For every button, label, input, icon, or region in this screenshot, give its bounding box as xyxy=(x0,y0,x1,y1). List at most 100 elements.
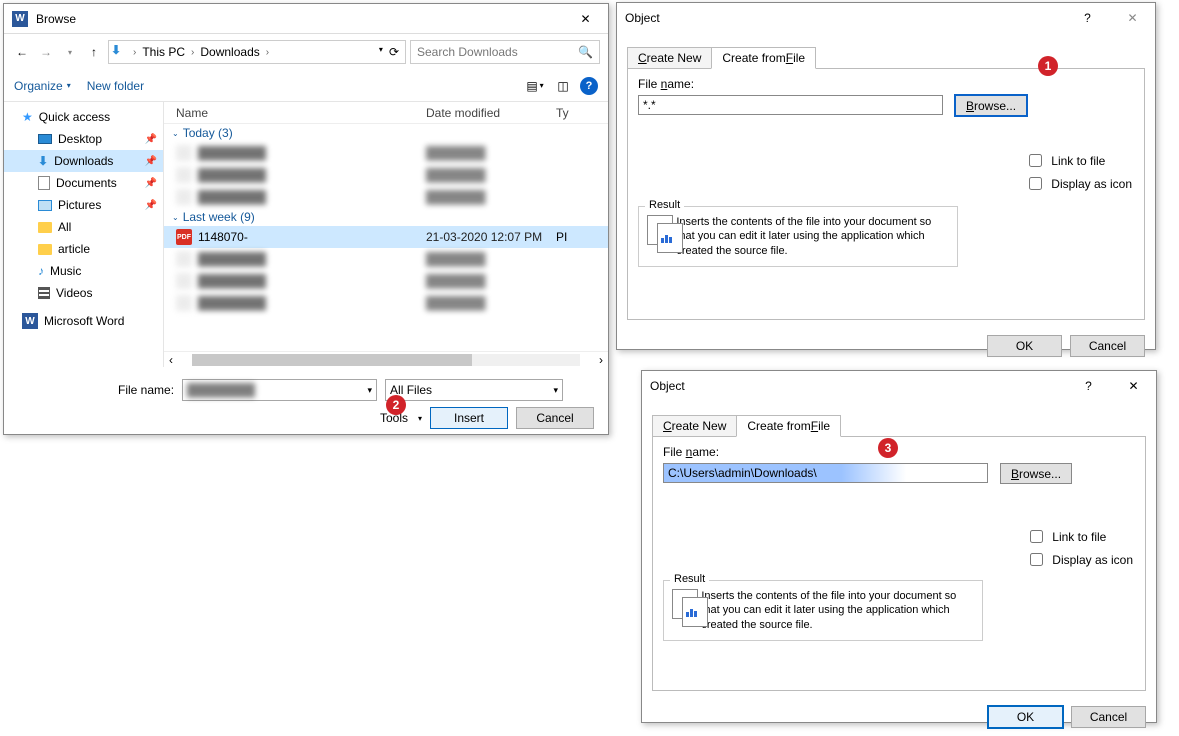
browse-button[interactable]: Browse... xyxy=(1000,463,1072,484)
result-box: Result Inserts the contents of the file … xyxy=(638,206,958,267)
help-button[interactable]: ? xyxy=(1066,371,1111,401)
crumb-downloads[interactable]: Downloads xyxy=(196,45,263,59)
step-badge-1: 1 xyxy=(1038,56,1058,76)
object2-titlebar: Object ? ✕ xyxy=(642,371,1156,401)
refresh-icon[interactable]: ⟳ xyxy=(389,45,399,59)
object1-titlebar: Object ? ✕ xyxy=(617,3,1155,33)
pin-icon: 📌 xyxy=(145,134,157,145)
dropdown-icon: ▾ xyxy=(368,385,373,396)
nav-history-dropdown[interactable]: ▾ xyxy=(60,42,80,62)
browse-title: Browse xyxy=(36,12,563,26)
nav-quick-access[interactable]: ★Quick access xyxy=(4,106,163,128)
object1-title: Object xyxy=(617,11,1065,25)
cancel-button[interactable]: Cancel xyxy=(516,407,594,429)
nav-downloads[interactable]: ⬇Downloads📌 xyxy=(4,150,163,172)
col-type[interactable]: Ty xyxy=(556,106,608,120)
chevron-down-icon: ⌄ xyxy=(172,213,179,222)
nav-pictures[interactable]: Pictures📌 xyxy=(4,194,163,216)
tab-create-from-file[interactable]: Create from File xyxy=(736,415,841,437)
col-date[interactable]: Date modified xyxy=(426,106,556,120)
pin-icon: 📌 xyxy=(145,178,157,189)
nav-videos[interactable]: Videos xyxy=(4,282,163,304)
link-to-file-checkbox[interactable]: Link to file xyxy=(1025,151,1132,170)
nav-back-button[interactable]: ← xyxy=(12,42,32,62)
browse-toolbar: Organize ▾ New folder ▤▾ ◫ ? xyxy=(4,70,608,102)
cancel-button[interactable]: Cancel xyxy=(1070,335,1145,357)
display-as-icon-checkbox[interactable]: Display as icon xyxy=(1026,550,1133,569)
address-bar[interactable]: ⬇ › This PC › Downloads › ▾ ⟳ xyxy=(108,40,406,64)
crumb-this-pc[interactable]: This PC xyxy=(138,45,189,59)
tab-create-from-file[interactable]: Create from File xyxy=(711,47,816,69)
tools-dropdown[interactable]: ▾ xyxy=(418,414,422,423)
group-last-week[interactable]: ⌄Last week (9) xyxy=(164,208,608,226)
filename-input[interactable] xyxy=(663,463,988,483)
videos-icon xyxy=(38,287,50,299)
scrollbar-thumb[interactable] xyxy=(192,354,472,366)
address-dropdown-icon[interactable]: ▾ xyxy=(379,45,383,59)
file-item-selected[interactable]: PDF1148070- 21-03-2020 12:07 PM PI xyxy=(164,226,608,248)
ok-button[interactable]: OK xyxy=(987,335,1062,357)
nav-desktop[interactable]: Desktop📌 xyxy=(4,128,163,150)
help-button[interactable]: ? xyxy=(580,77,598,95)
display-as-icon-checkbox[interactable]: Display as icon xyxy=(1025,174,1132,193)
object-dialog-1: Object ? ✕ Create New Create from File F… xyxy=(616,2,1156,350)
object2-close-button[interactable]: ✕ xyxy=(1111,371,1156,401)
object1-close-button[interactable]: ✕ xyxy=(1110,3,1155,33)
navigation-tree: ★Quick access Desktop📌 ⬇Downloads📌 Docum… xyxy=(4,102,164,367)
nav-all[interactable]: All xyxy=(4,216,163,238)
group-today[interactable]: ⌄Today (3) xyxy=(164,124,608,142)
filetype-combo[interactable]: All Files▾ xyxy=(385,379,563,401)
object2-tabs: Create New Create from File xyxy=(642,415,1156,437)
preview-pane-button[interactable]: ◫ xyxy=(552,75,574,97)
browse-close-button[interactable]: ✕ xyxy=(563,4,608,34)
scroll-right-icon[interactable]: › xyxy=(594,353,608,367)
nav-documents[interactable]: Documents📌 xyxy=(4,172,163,194)
step-badge-2: 2 xyxy=(386,395,406,415)
pin-icon: 📌 xyxy=(145,200,157,211)
col-name[interactable]: Name xyxy=(176,106,426,120)
tab-create-new[interactable]: Create New xyxy=(652,415,737,437)
filename-input[interactable] xyxy=(638,95,943,115)
tab-create-new[interactable]: Create New xyxy=(627,47,712,69)
folder-icon xyxy=(38,222,52,233)
result-legend: Result xyxy=(670,573,709,585)
result-text: Inserts the contents of the file into yo… xyxy=(701,589,974,632)
link-to-file-checkbox[interactable]: Link to file xyxy=(1026,527,1133,546)
file-date: 21-03-2020 12:07 PM xyxy=(426,230,556,244)
file-item-blurred: ███████████████ xyxy=(164,270,608,292)
downloads-icon: ⬇ xyxy=(38,154,48,168)
nav-microsoft-word[interactable]: WMicrosoft Word xyxy=(4,310,163,332)
browse-dialog: W Browse ✕ ← → ▾ ↑ ⬇ › This PC › Downloa… xyxy=(3,3,609,435)
desktop-icon xyxy=(38,134,52,144)
chevron-right-icon[interactable]: › xyxy=(189,47,196,58)
new-folder-button[interactable]: New folder xyxy=(87,79,144,93)
ok-button[interactable]: OK xyxy=(988,706,1063,728)
horizontal-scrollbar[interactable]: ‹ › xyxy=(164,351,608,367)
pictures-icon xyxy=(38,200,52,211)
result-icon xyxy=(672,589,691,629)
nav-forward-button: → xyxy=(36,42,56,62)
search-placeholder: Search Downloads xyxy=(417,45,518,59)
help-button[interactable]: ? xyxy=(1065,3,1110,33)
nav-article[interactable]: article xyxy=(4,238,163,260)
result-icon xyxy=(647,215,666,255)
scroll-left-icon[interactable]: ‹ xyxy=(164,353,178,367)
object1-tabs: Create New Create from File xyxy=(617,47,1155,69)
filename-label: File name: xyxy=(118,383,174,397)
cancel-button[interactable]: Cancel xyxy=(1071,706,1146,728)
nav-up-button[interactable]: ↑ xyxy=(84,42,104,62)
object2-panel: File name: Browse... Link to file Displa… xyxy=(652,436,1146,691)
filename-label: File name: xyxy=(663,445,1135,459)
filename-combo[interactable]: ████████▾ xyxy=(182,379,377,401)
browse-button[interactable]: Browse... xyxy=(955,95,1027,116)
chevron-right-icon[interactable]: › xyxy=(131,47,138,58)
organize-button[interactable]: Organize ▾ xyxy=(14,79,71,93)
insert-button[interactable]: Insert xyxy=(430,407,508,429)
search-input[interactable]: Search Downloads 🔍 xyxy=(410,40,600,64)
view-options-button[interactable]: ▤▾ xyxy=(524,75,546,97)
scrollbar-track[interactable] xyxy=(192,354,580,366)
chevron-right-icon[interactable]: › xyxy=(264,47,271,58)
file-item-blurred: ███████████████ xyxy=(164,186,608,208)
documents-icon xyxy=(38,176,50,190)
nav-music[interactable]: ♪Music xyxy=(4,260,163,282)
